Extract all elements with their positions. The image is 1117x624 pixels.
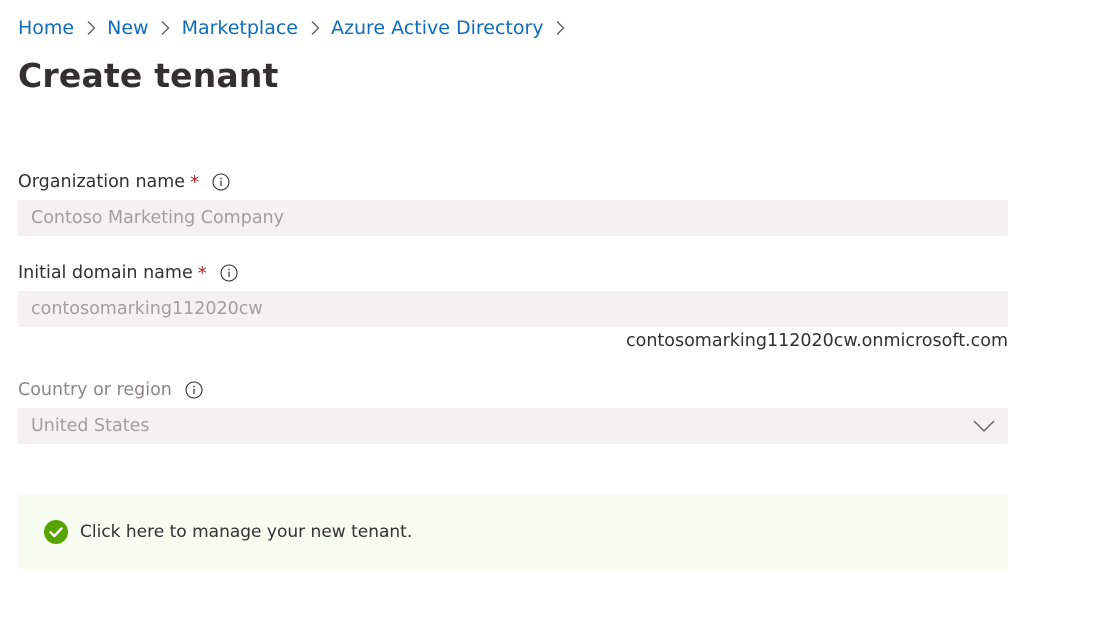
manage-tenant-link[interactable]: Click here to manage your new tenant. [80,522,412,542]
org-name-label-row: Organization name * [18,170,230,194]
breadcrumb-marketplace-link[interactable]: Marketplace [182,17,298,39]
chevron-right-icon [74,14,107,42]
required-marker: * [190,171,200,193]
info-icon[interactable] [220,264,238,282]
domain-name-label: Initial domain name [18,263,193,283]
country-selected-value: United States [31,416,150,436]
country-label-row: Country or region [18,378,203,402]
breadcrumb: Home New Marketplace Azure Active Direct… [18,14,577,42]
breadcrumb-azure-ad-link[interactable]: Azure Active Directory [331,17,544,39]
check-circle-icon [44,520,68,544]
country-label: Country or region [18,380,172,400]
country-dropdown[interactable]: United States [18,408,1008,444]
chevron-right-icon [149,14,182,42]
chevron-right-icon [544,14,577,42]
chevron-down-icon [973,419,995,433]
info-icon[interactable] [212,173,230,191]
domain-name-label-row: Initial domain name * [18,261,238,285]
breadcrumb-home-link[interactable]: Home [18,17,74,39]
page-title: Create tenant [18,56,279,95]
org-name-input[interactable] [18,200,1008,236]
manage-tenant-banner[interactable]: Click here to manage your new tenant. [18,495,1008,569]
breadcrumb-new-link[interactable]: New [107,17,148,39]
required-marker: * [197,262,207,284]
org-name-label: Organization name [18,172,186,192]
full-domain-text: contosomarking112020cw.onmicrosoft.com [626,331,1008,351]
info-icon[interactable] [185,381,203,399]
chevron-right-icon [298,14,331,42]
domain-name-input[interactable] [18,291,1008,327]
